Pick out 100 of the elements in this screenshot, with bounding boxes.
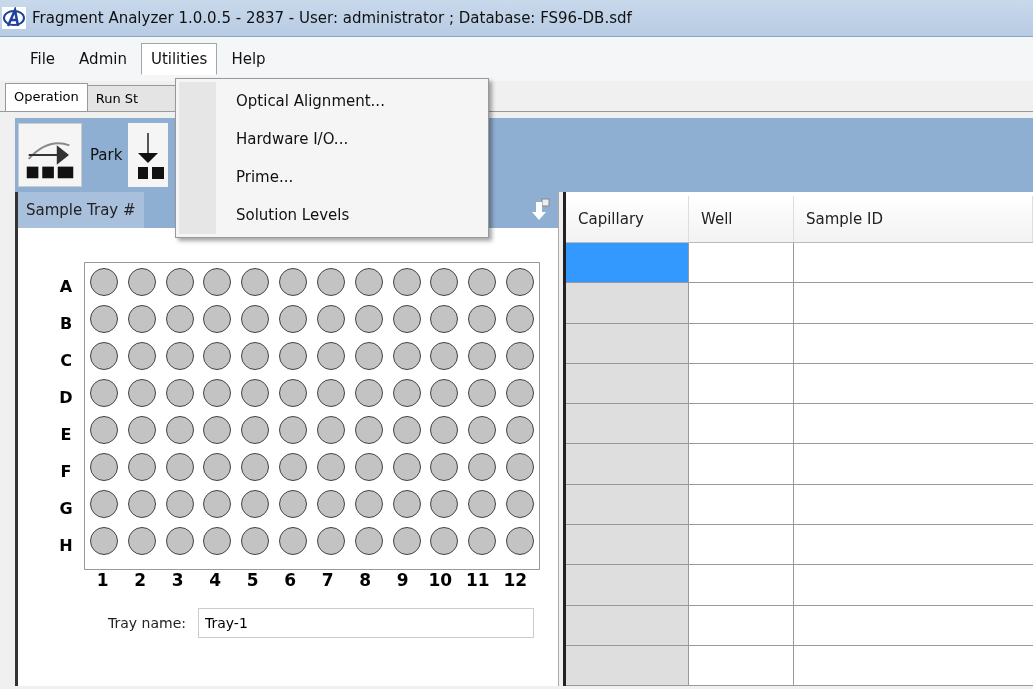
well[interactable] bbox=[165, 304, 194, 333]
well[interactable] bbox=[506, 489, 535, 518]
well[interactable] bbox=[392, 415, 421, 444]
menu-option[interactable]: Hardware I/O... bbox=[176, 120, 488, 158]
well[interactable] bbox=[203, 304, 232, 333]
table-cell[interactable] bbox=[566, 484, 689, 524]
well[interactable] bbox=[89, 267, 118, 296]
well[interactable] bbox=[279, 378, 308, 407]
menu-item[interactable]: Help bbox=[221, 43, 276, 75]
well[interactable] bbox=[279, 452, 308, 481]
table-cell[interactable] bbox=[566, 444, 689, 484]
well[interactable] bbox=[241, 452, 270, 481]
well[interactable] bbox=[241, 526, 270, 555]
menu-item[interactable]: Admin bbox=[69, 43, 137, 75]
well[interactable] bbox=[354, 341, 383, 370]
well[interactable] bbox=[316, 378, 345, 407]
well[interactable] bbox=[468, 526, 497, 555]
tray-name-field[interactable]: Tray-1 bbox=[198, 608, 534, 638]
well[interactable] bbox=[354, 526, 383, 555]
well[interactable] bbox=[127, 489, 156, 518]
well[interactable] bbox=[468, 415, 497, 444]
table-cell[interactable] bbox=[566, 363, 689, 404]
well[interactable] bbox=[127, 415, 156, 444]
well[interactable] bbox=[392, 341, 421, 370]
menu-option[interactable]: Prime... bbox=[176, 158, 488, 196]
well[interactable] bbox=[316, 415, 345, 444]
well[interactable] bbox=[203, 452, 232, 481]
well[interactable] bbox=[127, 378, 156, 407]
well[interactable] bbox=[165, 452, 194, 481]
well[interactable] bbox=[203, 341, 232, 370]
table-cell[interactable] bbox=[566, 605, 689, 645]
well[interactable] bbox=[354, 267, 383, 296]
well[interactable] bbox=[127, 526, 156, 555]
well[interactable] bbox=[203, 415, 232, 444]
well[interactable] bbox=[506, 304, 535, 333]
table-cell[interactable] bbox=[566, 283, 689, 323]
well[interactable] bbox=[241, 415, 270, 444]
well[interactable] bbox=[89, 341, 118, 370]
well[interactable] bbox=[279, 415, 308, 444]
well[interactable] bbox=[430, 341, 459, 370]
well[interactable] bbox=[279, 341, 308, 370]
well[interactable] bbox=[430, 267, 459, 296]
well[interactable] bbox=[89, 452, 118, 481]
well[interactable] bbox=[127, 341, 156, 370]
well[interactable] bbox=[241, 267, 270, 296]
well[interactable] bbox=[279, 526, 308, 555]
well[interactable] bbox=[430, 415, 459, 444]
well[interactable] bbox=[203, 267, 232, 296]
well[interactable] bbox=[506, 267, 535, 296]
well[interactable] bbox=[506, 452, 535, 481]
well[interactable] bbox=[392, 526, 421, 555]
well[interactable] bbox=[89, 304, 118, 333]
well[interactable] bbox=[506, 378, 535, 407]
well[interactable] bbox=[430, 378, 459, 407]
well[interactable] bbox=[203, 378, 232, 407]
well[interactable] bbox=[430, 304, 459, 333]
well[interactable] bbox=[279, 267, 308, 296]
well[interactable] bbox=[127, 304, 156, 333]
well[interactable] bbox=[468, 489, 497, 518]
table-cell[interactable] bbox=[566, 524, 689, 565]
well[interactable] bbox=[203, 526, 232, 555]
well[interactable] bbox=[89, 489, 118, 518]
well[interactable] bbox=[468, 304, 497, 333]
well[interactable] bbox=[241, 378, 270, 407]
menu-option[interactable]: Solution Levels bbox=[176, 196, 488, 234]
well[interactable] bbox=[165, 526, 194, 555]
menu-item[interactable]: File bbox=[20, 43, 66, 75]
column-header[interactable]: Capillary bbox=[566, 196, 689, 242]
well[interactable] bbox=[165, 415, 194, 444]
tab[interactable]: Operation bbox=[5, 83, 88, 111]
well[interactable] bbox=[127, 267, 156, 296]
well[interactable] bbox=[279, 489, 308, 518]
well[interactable] bbox=[89, 378, 118, 407]
well[interactable] bbox=[468, 378, 497, 407]
well[interactable] bbox=[316, 489, 345, 518]
well[interactable] bbox=[468, 341, 497, 370]
well[interactable] bbox=[392, 267, 421, 296]
well[interactable] bbox=[165, 489, 194, 518]
well[interactable] bbox=[506, 526, 535, 555]
well[interactable] bbox=[354, 415, 383, 444]
well[interactable] bbox=[316, 304, 345, 333]
well[interactable] bbox=[392, 378, 421, 407]
well[interactable] bbox=[89, 526, 118, 555]
well[interactable] bbox=[392, 489, 421, 518]
well[interactable] bbox=[316, 341, 345, 370]
column-header[interactable]: Well bbox=[689, 196, 794, 242]
well[interactable] bbox=[468, 452, 497, 481]
well[interactable] bbox=[241, 304, 270, 333]
well[interactable] bbox=[354, 452, 383, 481]
column-header[interactable]: Sample ID bbox=[794, 196, 1033, 242]
well[interactable] bbox=[89, 415, 118, 444]
well[interactable] bbox=[316, 267, 345, 296]
well[interactable] bbox=[392, 452, 421, 481]
well[interactable] bbox=[316, 452, 345, 481]
well[interactable] bbox=[279, 304, 308, 333]
well[interactable] bbox=[127, 452, 156, 481]
well[interactable] bbox=[241, 489, 270, 518]
well[interactable] bbox=[468, 267, 497, 296]
well[interactable] bbox=[165, 267, 194, 296]
table-cell[interactable] bbox=[566, 565, 689, 605]
